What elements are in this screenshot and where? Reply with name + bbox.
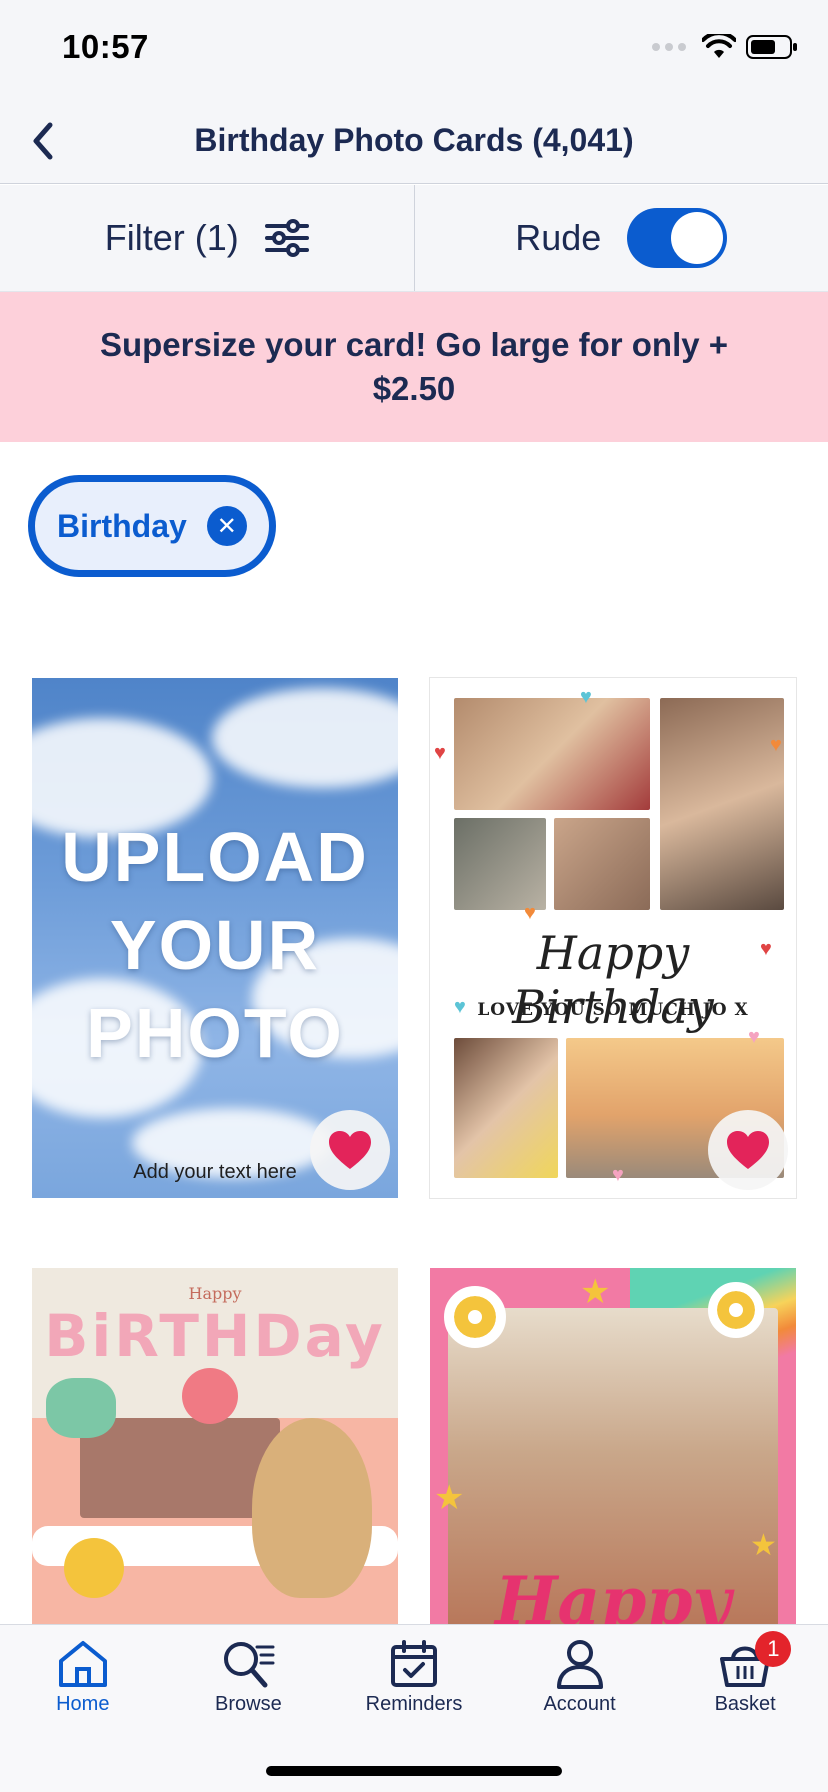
star-decoration: ★ bbox=[750, 1529, 777, 1562]
upload-line: PHOTO bbox=[86, 994, 344, 1072]
heart-decoration: ♥ bbox=[760, 938, 772, 960]
product-card[interactable]: Happy Birthday LOVE YOU SO MUCH JO X ♥ ♥… bbox=[430, 678, 796, 1198]
heart-decoration: ♥ bbox=[524, 902, 536, 924]
browse-search-icon bbox=[224, 1642, 275, 1688]
photo-placeholder bbox=[454, 818, 546, 910]
close-icon[interactable]: ✕ bbox=[206, 506, 247, 546]
promo-banner[interactable]: Supersize your card! Go large for only +… bbox=[0, 292, 828, 442]
tab-home[interactable]: Home bbox=[0, 1625, 166, 1735]
rude-toggle-row: Rude bbox=[415, 185, 828, 291]
cellular-signal-icon bbox=[652, 43, 686, 51]
star-decoration: ★ bbox=[580, 1273, 611, 1311]
cake-illustration bbox=[80, 1418, 280, 1518]
heart-decoration: ♥ bbox=[612, 1164, 624, 1186]
balloon-illustration bbox=[182, 1368, 238, 1424]
filter-button[interactable]: Filter (1) bbox=[0, 185, 415, 291]
tab-reminders[interactable]: Reminders bbox=[331, 1625, 497, 1735]
tab-label: Reminders bbox=[365, 1693, 463, 1715]
home-icon bbox=[58, 1641, 107, 1687]
flower-decoration bbox=[444, 1286, 506, 1348]
upload-line: UPLOAD bbox=[61, 818, 369, 896]
favorite-button[interactable] bbox=[310, 1110, 390, 1190]
product-card[interactable]: UPLOAD YOUR PHOTO Add your text here bbox=[32, 678, 398, 1198]
promo-text: Supersize your card! Go large for only +… bbox=[99, 326, 729, 407]
status-time: 10:57 bbox=[62, 28, 149, 65]
flower-decoration bbox=[708, 1282, 764, 1338]
basket-count-badge: 1 bbox=[755, 1631, 792, 1667]
photo-placeholder bbox=[454, 698, 650, 810]
tab-label: Account bbox=[543, 1693, 616, 1715]
photo-placeholder bbox=[660, 698, 784, 910]
cloud-decoration bbox=[212, 688, 398, 788]
product-card[interactable]: Happy ★ ★ ★ bbox=[430, 1268, 796, 1628]
heart-icon bbox=[727, 1131, 769, 1169]
tab-label: Basket bbox=[714, 1693, 776, 1715]
upload-line: YOUR bbox=[109, 906, 321, 984]
heart-decoration: ♥ bbox=[454, 996, 466, 1018]
heart-decoration: ♥ bbox=[770, 734, 782, 756]
card-subline: LOVE YOU SO MUCH JO X bbox=[477, 1000, 749, 1020]
tab-browse[interactable]: Browse bbox=[166, 1625, 332, 1735]
heart-decoration: ♥ bbox=[434, 742, 446, 764]
product-card[interactable]: Happy BiRTHDay bbox=[32, 1268, 398, 1628]
nav-header: Birthday Photo Cards (4,041) bbox=[0, 100, 828, 184]
card-word: Happy bbox=[495, 1562, 731, 1628]
battery-icon bbox=[746, 35, 797, 59]
favorite-button[interactable] bbox=[708, 1110, 788, 1190]
photo-placeholder bbox=[454, 1038, 558, 1178]
photo-placeholder bbox=[554, 818, 650, 910]
heart-decoration: ♥ bbox=[580, 686, 592, 708]
filter-label: Filter (1) bbox=[104, 217, 239, 258]
chip-label: Birthday bbox=[57, 507, 187, 544]
heart-icon bbox=[329, 1131, 371, 1169]
card-upload-text: UPLOAD YOUR PHOTO bbox=[32, 813, 398, 1077]
status-icons bbox=[652, 34, 798, 60]
star-decoration: ★ bbox=[434, 1479, 465, 1517]
tab-account[interactable]: Account bbox=[497, 1625, 663, 1735]
tab-label: Browse bbox=[215, 1693, 282, 1715]
butterfly-illustration bbox=[46, 1378, 116, 1438]
rude-toggle[interactable] bbox=[627, 208, 728, 268]
tab-label: Home bbox=[56, 1693, 110, 1715]
card-small-text: Happy bbox=[188, 1284, 242, 1303]
status-bar: 10:57 bbox=[0, 0, 828, 100]
heart-decoration: ♥ bbox=[748, 1026, 760, 1048]
card-big-text: BiRTHDay bbox=[44, 1302, 386, 1370]
birthday-filter-chip[interactable]: Birthday ✕ bbox=[28, 475, 276, 577]
filter-row: Filter (1) Rude bbox=[0, 185, 828, 292]
home-indicator[interactable] bbox=[266, 1766, 562, 1776]
toggle-knob bbox=[671, 212, 724, 264]
bear-illustration bbox=[252, 1418, 372, 1598]
photo-frame: Happy bbox=[448, 1308, 778, 1628]
page-title: Birthday Photo Cards (4,041) bbox=[194, 122, 634, 158]
wifi-icon bbox=[702, 34, 736, 58]
lemon-illustration bbox=[64, 1538, 124, 1598]
calendar-icon bbox=[390, 1640, 437, 1687]
rude-label: Rude bbox=[515, 217, 602, 258]
sliders-icon bbox=[264, 219, 309, 257]
tab-basket[interactable]: Basket 1 bbox=[662, 1625, 828, 1735]
person-icon bbox=[556, 1640, 603, 1689]
